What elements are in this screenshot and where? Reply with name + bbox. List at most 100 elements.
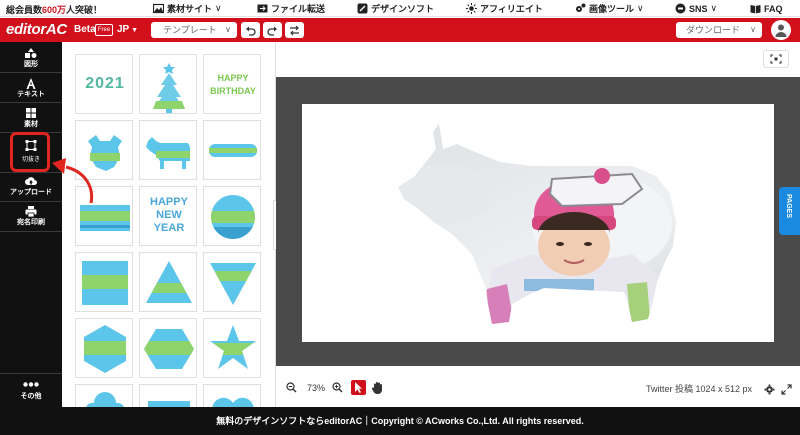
chat-icon: [675, 3, 686, 14]
ox-head-shape: [88, 135, 122, 171]
top-bar: 総会員数600万人突破！ 素材サイト ∨ ファイル転送 デザインソフト アフィリエ…: [0, 0, 800, 17]
template-label: テンプレート: [163, 25, 217, 35]
asset-tile-cloud[interactable]: [75, 384, 133, 407]
fullscreen-button[interactable]: [781, 382, 792, 395]
hand-tool-button[interactable]: [370, 380, 385, 395]
tile-text-2021: 2021: [85, 75, 125, 92]
sidebar-item-label: テキスト: [17, 91, 45, 98]
zoom-out-icon: [286, 382, 297, 393]
asset-tile-bar[interactable]: [203, 120, 261, 180]
editor-app: 総会員数600万人突破！ 素材サイト ∨ ファイル転送 デザインソフト アフィリエ…: [0, 0, 800, 435]
asset-tile-happy-new-year[interactable]: HAPPY NEW YEAR: [139, 186, 197, 246]
sidebar-item-label: 宛名印刷: [17, 219, 45, 226]
chevron-down-icon: ∨: [637, 3, 644, 13]
tree-shape: [153, 63, 185, 113]
asset-tile-triangle-down[interactable]: [203, 252, 261, 312]
hexagon-wide-shape: [144, 329, 194, 369]
beta-label: Beta: [74, 24, 96, 35]
sidebar-item-address-print[interactable]: 宛名印刷: [0, 203, 62, 229]
crop-highlight-box: [10, 132, 50, 172]
zoom-in-button[interactable]: [331, 381, 344, 394]
text-icon: [26, 78, 36, 89]
zoom-in-icon: [332, 382, 343, 393]
settings-button[interactable]: [764, 382, 775, 395]
sidebar-item-label: その他: [20, 393, 42, 400]
asset-tile-rect[interactable]: [139, 384, 197, 407]
download-dropdown[interactable]: ダウンロード ∨: [676, 22, 762, 38]
tile-text-happy-new-year: HAPPY NEW YEAR: [150, 196, 188, 234]
asset-tile-ox-side[interactable]: [139, 120, 197, 180]
nav-faq-label: FAQ: [764, 3, 783, 14]
design-canvas[interactable]: [302, 104, 774, 342]
user-avatar[interactable]: [771, 20, 791, 40]
nav-sns-label: SNS: [689, 3, 708, 14]
square-shape: [82, 261, 128, 305]
asset-tile-heart[interactable]: [203, 384, 261, 407]
book-icon: [750, 5, 761, 14]
language-selector[interactable]: JP ▼: [117, 24, 138, 35]
asset-tile-circle[interactable]: [203, 186, 261, 246]
asset-tile-tree[interactable]: [139, 54, 197, 114]
image-icon: [153, 3, 164, 14]
undo-button[interactable]: [241, 22, 260, 38]
sidebar-item-shapes[interactable]: 図形: [0, 45, 62, 71]
file-transfer-icon: [257, 4, 268, 13]
divider: [0, 231, 62, 232]
nav-material-sites[interactable]: 素材サイト ∨: [153, 1, 222, 16]
language-label: JP: [117, 24, 130, 35]
asset-tile-ox[interactable]: [75, 120, 133, 180]
member-count-promo: 総会員数600万人突破！: [6, 3, 102, 16]
logo[interactable]: editorAC: [6, 21, 67, 38]
nav-affiliate[interactable]: アフィリエイト: [466, 1, 543, 16]
asset-tile-star[interactable]: [203, 318, 261, 378]
shapes-icon: [25, 48, 37, 58]
template-dropdown[interactable]: テンプレート ∨: [151, 22, 237, 38]
gear-icon: [576, 3, 586, 12]
nav-design-software-label: デザインソフト: [371, 4, 435, 14]
zoom-out-button[interactable]: [285, 381, 298, 394]
fit-to-screen-button[interactable]: [763, 50, 789, 68]
asset-tile-landscape[interactable]: [75, 186, 133, 246]
rect-shape: [148, 401, 190, 407]
sidebar-item-other[interactable]: その他: [0, 377, 62, 403]
asset-tile-happy-birthday[interactable]: HAPPY BIRTHDAY: [203, 54, 261, 114]
nav-file-transfer[interactable]: ファイル転送: [257, 1, 325, 16]
chevron-down-icon: ∨: [225, 25, 231, 34]
triangle-up-shape: [146, 261, 192, 303]
asset-tile-hexagon-wide[interactable]: [139, 318, 197, 378]
promo-highlight: 600万: [42, 5, 67, 15]
divider: [0, 201, 62, 202]
cow-cutout-image[interactable]: [302, 104, 774, 342]
nav-image-tools[interactable]: 画像ツール ∨: [575, 1, 644, 16]
sidebar-item-materials[interactable]: 素材: [0, 105, 62, 131]
sidebar-item-text[interactable]: テキスト: [0, 75, 62, 101]
nav-sns[interactable]: SNS ∨: [675, 1, 717, 16]
promo-suffix: 人突破！: [66, 5, 103, 15]
cursor-arrow-icon: [355, 382, 362, 393]
nav-design-software[interactable]: デザインソフト: [357, 1, 434, 16]
nav-faq[interactable]: FAQ: [750, 1, 783, 16]
footer: 無料のデザインソフトならeditorAC｜Copyright © ACworks…: [0, 407, 800, 435]
promo-prefix: 総会員数: [6, 5, 43, 15]
swap-icon: [290, 25, 299, 35]
sidebar-item-label: 素材: [24, 121, 38, 128]
zoom-level[interactable]: 73%: [301, 381, 331, 395]
nav-image-tools-label: 画像ツール: [589, 4, 635, 14]
asset-tile-triangle-up[interactable]: [139, 252, 197, 312]
swap-button[interactable]: [285, 22, 304, 38]
asset-tile-square[interactable]: [75, 252, 133, 312]
select-tool-button[interactable]: [351, 380, 366, 395]
asset-panel: 2021 HAPPY BIRTHDAY HAPPY NEW YEAR: [62, 42, 276, 407]
canvas-size-info: Twitter 投稿 1024 x 512 px: [646, 384, 753, 394]
free-badge: Free: [95, 24, 113, 36]
asset-tile-2021[interactable]: 2021: [75, 54, 133, 114]
undo-icon: [246, 26, 256, 36]
sidebar-item-upload[interactable]: アップロード: [0, 173, 62, 199]
asset-tile-hexagon[interactable]: [75, 318, 133, 378]
heart-shape: [212, 397, 254, 407]
divider: [0, 72, 62, 73]
printer-icon: [25, 206, 37, 217]
redo-button[interactable]: [263, 22, 282, 38]
circle-shape: [211, 195, 255, 239]
pages-tab[interactable]: PAGES: [779, 187, 800, 235]
